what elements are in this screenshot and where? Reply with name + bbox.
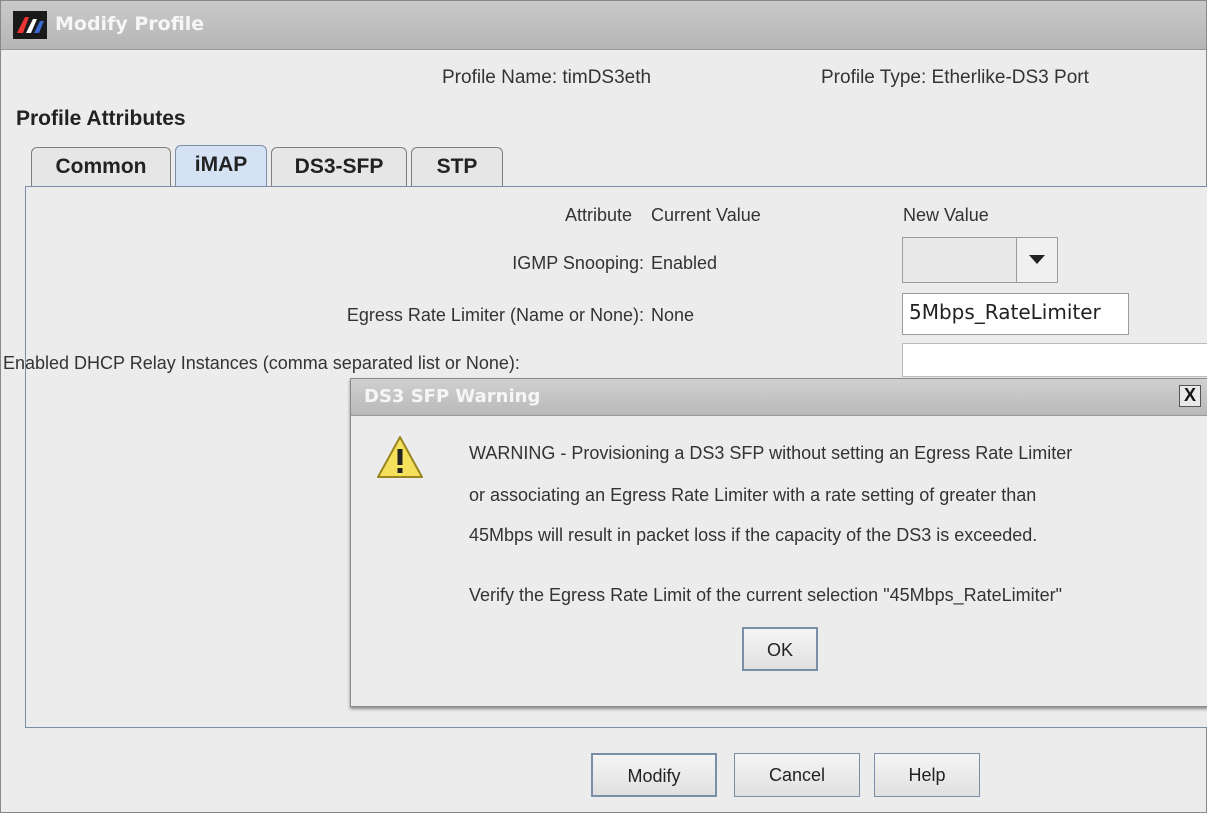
dialog-title: DS3 SFP Warning — [364, 386, 541, 407]
igmp-snooping-current: Enabled — [651, 253, 718, 273]
modify-button[interactable]: Modify — [591, 753, 717, 797]
modify-profile-window: Modify Profile Profile Name: timDS3eth P… — [0, 0, 1207, 813]
warning-line-1: WARNING - Provisioning a DS3 SFP without… — [469, 443, 1073, 463]
help-button[interactable]: Help — [874, 753, 980, 797]
profile-name-label: Profile Name: timDS3eth — [442, 67, 652, 88]
warning-line-3: 45Mbps will result in packet loss if the… — [469, 525, 1038, 545]
egress-rate-limiter-input[interactable]: 5Mbps_RateLimiter — [902, 293, 1129, 335]
column-header-current-value: Current Value — [651, 205, 761, 225]
window-title: Modify Profile — [55, 13, 205, 35]
ds3-sfp-warning-dialog: DS3 SFP Warning X WARNING - Provisioning… — [350, 378, 1207, 707]
section-heading: Profile Attributes — [16, 107, 186, 130]
igmp-snooping-dropdown[interactable] — [902, 237, 1058, 283]
column-header-attribute: Attribute — [565, 205, 633, 225]
chevron-down-icon[interactable] — [1016, 238, 1057, 282]
dhcp-relay-input[interactable] — [902, 343, 1207, 377]
window-titlebar[interactable]: Modify Profile — [1, 1, 1206, 50]
tab-common[interactable]: Common — [31, 147, 171, 187]
column-header-new-value: New Value — [903, 205, 989, 225]
app-logo-icon — [13, 11, 47, 39]
cancel-button[interactable]: Cancel — [734, 753, 860, 797]
ok-button[interactable]: OK — [742, 627, 818, 671]
egress-rate-limiter-current: None — [651, 305, 695, 325]
dialog-titlebar[interactable]: DS3 SFP Warning X — [351, 379, 1207, 416]
close-button[interactable]: X — [1179, 385, 1201, 407]
igmp-snooping-label: IGMP Snooping: — [512, 253, 644, 273]
tab-imap[interactable]: iMAP — [175, 145, 267, 187]
warning-triangle-icon — [377, 436, 423, 478]
tab-stp[interactable]: STP — [411, 147, 503, 187]
tab-ds3-sfp[interactable]: DS3-SFP — [271, 147, 407, 187]
warning-line-4: Verify the Egress Rate Limit of the curr… — [469, 585, 1063, 605]
profile-type-label: Profile Type: Etherlike-DS3 Port — [821, 67, 1089, 88]
dhcp-relay-label: Enabled DHCP Relay Instances (comma sepa… — [3, 353, 520, 373]
egress-rate-limiter-label: Egress Rate Limiter (Name or None): — [346, 305, 644, 325]
warning-line-2: or associating an Egress Rate Limiter wi… — [469, 485, 1037, 505]
